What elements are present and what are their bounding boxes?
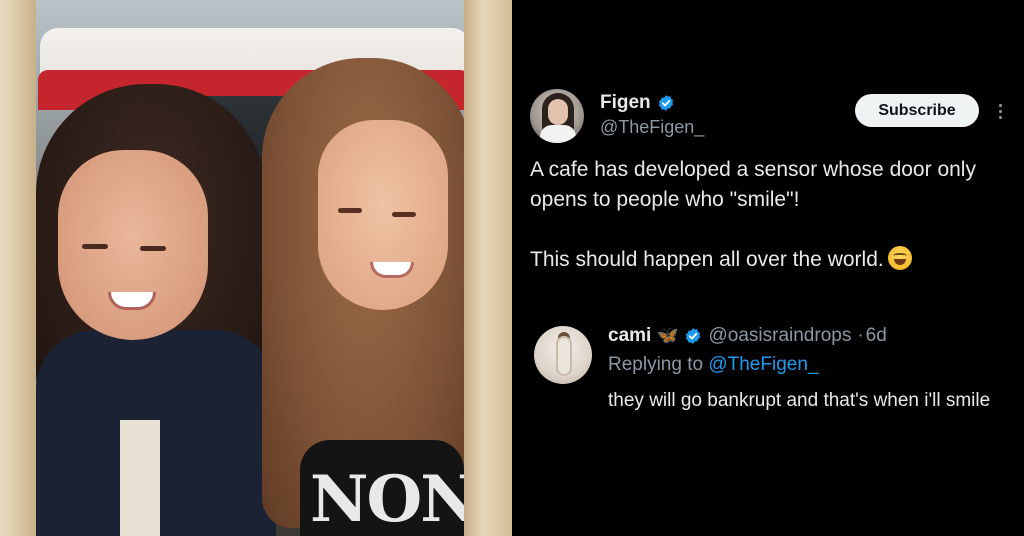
tweet-card: Figen @TheFigen_ Subscribe A cafe has de…: [512, 0, 1024, 536]
reply-separator: ·: [857, 325, 864, 346]
reply-age[interactable]: 6d: [866, 325, 887, 347]
replying-to: Replying to @TheFigen_: [608, 354, 818, 376]
reply-author-handle[interactable]: @oasisraindrops: [708, 325, 851, 347]
reply-author-avatar[interactable]: [534, 326, 592, 384]
author-avatar[interactable]: [530, 89, 584, 143]
reply-author-name[interactable]: cami: [608, 325, 651, 347]
replying-to-prefix: Replying to: [608, 354, 704, 375]
author-name-row: Figen: [600, 92, 675, 114]
video-still[interactable]: NON: [0, 0, 512, 536]
woman-right-eye: [338, 208, 362, 213]
author-name[interactable]: Figen: [600, 92, 651, 114]
author-handle[interactable]: @TheFigen_: [600, 117, 704, 138]
door-frame-right: [464, 0, 512, 536]
tweet-text-line1: A cafe has developed a sensor whose door…: [530, 158, 976, 211]
reply-text: they will go bankrupt and that's when i'…: [608, 390, 991, 411]
grinning-sweat-emoji-icon: [887, 246, 912, 270]
butterfly-icon: 🦋: [657, 326, 679, 345]
reply-header: cami 🦋 @oasisraindrops · 6d: [608, 325, 887, 347]
replying-to-handle-link[interactable]: @TheFigen_: [708, 354, 818, 375]
tweet-text: A cafe has developed a sensor whose door…: [530, 155, 1015, 305]
woman-right-eye: [392, 212, 416, 217]
subscribe-button[interactable]: Subscribe: [855, 94, 979, 127]
more-options-icon[interactable]: [990, 98, 1010, 124]
woman-right-face: [318, 120, 448, 310]
tweet-text-line2: This should happen all over the world.: [530, 245, 1015, 275]
door-frame-left: [0, 0, 36, 536]
woman-left-shirt: [120, 420, 160, 536]
woman-left-eye: [82, 244, 108, 249]
verified-badge-icon: [686, 328, 701, 344]
woman-left-face: [58, 150, 208, 340]
sweatshirt-print: NON: [310, 462, 479, 536]
woman-left-eye: [140, 246, 166, 251]
verified-badge-icon: [658, 95, 673, 111]
